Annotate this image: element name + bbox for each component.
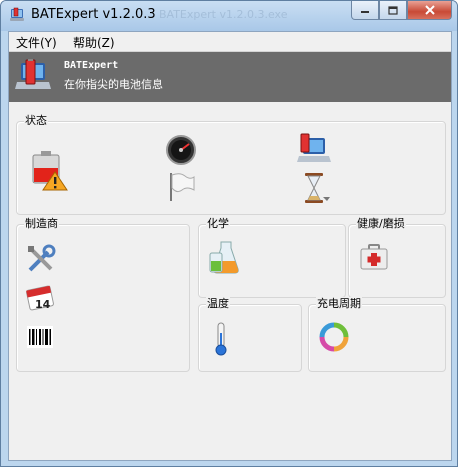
maximize-icon xyxy=(388,5,398,15)
laptop-battery-logo-icon xyxy=(15,59,51,89)
client-area: 文件(Y) 帮助(Z) BATExpert 在你指尖的电池信息 状态 制造商 1… xyxy=(8,31,452,461)
window-controls xyxy=(351,1,452,20)
app-name: BATExpert xyxy=(64,60,119,71)
temperature-group: 温度 xyxy=(198,297,302,372)
calendar-day-text: 14 xyxy=(35,298,51,311)
tools-icon[interactable] xyxy=(26,244,56,274)
app-subtitle: 在你指尖的电池信息 xyxy=(64,78,163,91)
laptop-icon[interactable] xyxy=(297,132,331,166)
manufacturer-group: 制造商 14 xyxy=(16,217,190,372)
hourglass-icon[interactable] xyxy=(299,171,333,205)
charge-cycles-group-label: 充电周期 xyxy=(316,297,362,311)
minimize-button[interactable] xyxy=(351,1,379,20)
chemistry-group-label: 化学 xyxy=(206,217,230,231)
flag-icon[interactable] xyxy=(165,171,197,203)
app-window: BATExpert v1.2.0.3 BATExpert v1.2.0.3.ex… xyxy=(0,0,458,467)
charge-cycles-group: 充电周期 xyxy=(308,297,446,372)
close-icon xyxy=(424,5,435,15)
maximize-button[interactable] xyxy=(379,1,407,20)
thermometer-icon[interactable] xyxy=(213,321,229,357)
health-group-label: 健康/磨损 xyxy=(356,217,406,231)
calendar-icon[interactable]: 14 xyxy=(24,282,56,312)
battery-warning-icon[interactable] xyxy=(27,149,69,191)
window-title: BATExpert v1.2.0.3 xyxy=(31,7,156,22)
beaker-icon[interactable] xyxy=(207,239,241,275)
minimize-icon xyxy=(361,11,369,13)
title-bar[interactable]: BATExpert v1.2.0.3 BATExpert v1.2.0.3.ex… xyxy=(1,1,457,31)
app-icon xyxy=(10,7,24,21)
barcode-icon[interactable] xyxy=(27,326,53,348)
cycle-arrows-icon[interactable] xyxy=(319,322,349,352)
close-button[interactable] xyxy=(407,1,452,20)
window-title-ghost: BATExpert v1.2.0.3.exe xyxy=(159,8,288,21)
manufacturer-group-label: 制造商 xyxy=(24,217,59,231)
health-group: 健康/磨损 xyxy=(348,217,446,298)
temperature-group-label: 温度 xyxy=(206,297,230,311)
menu-help[interactable]: 帮助(Z) xyxy=(73,34,115,51)
chemistry-group: 化学 xyxy=(198,217,346,298)
menu-bar: 文件(Y) 帮助(Z) xyxy=(9,32,451,52)
header-banner: BATExpert 在你指尖的电池信息 xyxy=(9,52,451,102)
gauge-icon[interactable] xyxy=(165,134,197,166)
status-group-label: 状态 xyxy=(24,114,48,128)
menu-file[interactable]: 文件(Y) xyxy=(16,34,57,51)
first-aid-kit-icon[interactable] xyxy=(359,243,389,271)
status-group: 状态 xyxy=(16,114,446,215)
